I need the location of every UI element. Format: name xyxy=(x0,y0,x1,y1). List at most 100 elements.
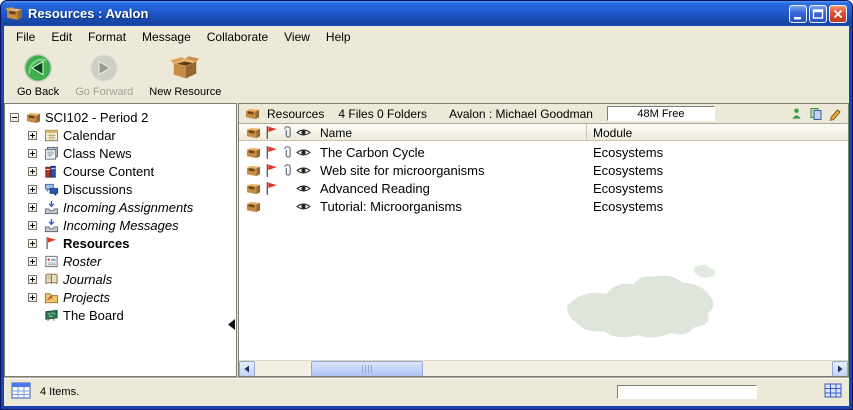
scroll-right-arrow-icon[interactable] xyxy=(832,361,848,377)
status-bar: 4 Items. xyxy=(4,377,849,406)
menu-item-help[interactable]: Help xyxy=(318,28,359,46)
scroll-left-arrow-icon[interactable] xyxy=(239,361,255,377)
expand-icon[interactable] xyxy=(28,185,37,194)
minimize-button[interactable] xyxy=(789,5,807,23)
tree-label[interactable]: The Board xyxy=(63,308,124,323)
tree-item-root[interactable]: SCI102 - Period 2 xyxy=(5,108,236,126)
expand-icon[interactable] xyxy=(28,221,37,230)
tree-item-resources[interactable]: Resources xyxy=(5,234,236,252)
tree-label[interactable]: Journals xyxy=(63,272,112,287)
module-column-header[interactable]: Module xyxy=(586,124,848,141)
journals-icon xyxy=(43,271,59,287)
expand-icon[interactable] xyxy=(28,275,37,284)
resource-name[interactable]: The Carbon Cycle xyxy=(311,145,586,160)
resource-module[interactable]: Ecosystems xyxy=(586,199,848,214)
free-space-indicator: 48M Free xyxy=(607,106,715,121)
collapse-expander-icon[interactable] xyxy=(10,113,19,122)
menu-item-message[interactable]: Message xyxy=(134,28,199,46)
tree-item-projects[interactable]: Projects xyxy=(5,288,236,306)
paperclip-icon xyxy=(279,163,295,178)
table-row[interactable]: The Carbon Cycle Ecosystems xyxy=(239,143,848,161)
pane-collapse-arrow-icon[interactable] xyxy=(227,318,236,331)
resource-name[interactable]: Tutorial: Microorganisms xyxy=(311,199,586,214)
horizontal-scrollbar[interactable] xyxy=(239,360,848,376)
tree-item-discussions[interactable]: Discussions xyxy=(5,180,236,198)
tree-item-the-board[interactable]: The Board xyxy=(5,306,236,324)
tree-item-class-news[interactable]: Class News xyxy=(5,144,236,162)
new-resource-button[interactable]: New Resource xyxy=(144,52,226,99)
status-grid-icon[interactable] xyxy=(824,383,842,402)
title-bar[interactable]: Resources : Avalon xyxy=(1,1,852,26)
box-icon xyxy=(243,199,263,214)
person-icon[interactable] xyxy=(790,107,804,121)
tree-label[interactable]: Incoming Assignments xyxy=(63,200,193,215)
menu-item-collaborate[interactable]: Collaborate xyxy=(199,28,276,46)
course-tree-panel[interactable]: SCI102 - Period 2 Calendar Class News Co… xyxy=(4,103,237,377)
pages-icon[interactable] xyxy=(809,107,823,121)
name-column-header[interactable]: Name xyxy=(311,126,586,140)
tree-label[interactable]: Discussions xyxy=(63,182,132,197)
tree-item-roster[interactable]: Roster xyxy=(5,252,236,270)
tree-label[interactable]: Incoming Messages xyxy=(63,218,179,233)
expand-icon[interactable] xyxy=(28,257,37,266)
resource-name[interactable]: Advanced Reading xyxy=(311,181,586,196)
scrollbar-thumb[interactable] xyxy=(311,361,423,377)
tree-item-journals[interactable]: Journals xyxy=(5,270,236,288)
expand-icon[interactable] xyxy=(28,149,37,158)
pencil-icon[interactable] xyxy=(828,107,842,121)
expand-icon[interactable] xyxy=(28,167,37,176)
flag-icon xyxy=(43,235,59,251)
go-forward-label: Go Forward xyxy=(75,86,133,98)
resource-module[interactable]: Ecosystems xyxy=(586,163,848,178)
tree-item-course-content[interactable]: Course Content xyxy=(5,162,236,180)
eye-column-icon[interactable] xyxy=(295,125,311,140)
menu-item-view[interactable]: View xyxy=(276,28,318,46)
table-row[interactable]: Advanced Reading Ecosystems xyxy=(239,179,848,197)
expand-icon[interactable] xyxy=(28,239,37,248)
resource-module[interactable]: Ecosystems xyxy=(586,145,848,160)
expand-icon[interactable] xyxy=(28,131,37,140)
window-title: Resources : Avalon xyxy=(28,6,789,21)
header-action-icons xyxy=(790,107,842,121)
items-count: 4 Items. xyxy=(40,386,79,398)
status-table-icon[interactable] xyxy=(11,382,31,403)
tree-label[interactable]: Calendar xyxy=(63,128,116,143)
back-arrow-icon xyxy=(23,53,53,83)
tree-label[interactable]: Roster xyxy=(63,254,101,269)
tree-item-incoming-assignments[interactable]: Incoming Assignments xyxy=(5,198,236,216)
flag-icon xyxy=(263,163,279,178)
inbox-icon xyxy=(43,217,59,233)
menu-item-file[interactable]: File xyxy=(8,28,43,46)
go-forward-button[interactable]: Go Forward xyxy=(70,52,138,99)
menu-item-edit[interactable]: Edit xyxy=(43,28,80,46)
box-icon xyxy=(243,145,263,160)
menu-item-format[interactable]: Format xyxy=(80,28,134,46)
discussions-icon xyxy=(43,181,59,197)
tree-root-label[interactable]: SCI102 - Period 2 xyxy=(45,110,148,125)
tree-label[interactable]: Class News xyxy=(63,146,132,161)
table-row[interactable]: Tutorial: Microorganisms Ecosystems xyxy=(239,197,848,215)
table-column-header[interactable]: Name Module xyxy=(239,124,848,141)
tree-item-incoming-messages[interactable]: Incoming Messages xyxy=(5,216,236,234)
tree-item-calendar[interactable]: Calendar xyxy=(5,126,236,144)
tree-label[interactable]: Course Content xyxy=(63,164,154,179)
main-area: SCI102 - Period 2 Calendar Class News Co… xyxy=(4,103,849,377)
table-row[interactable]: Web site for microorganisms Ecosystems xyxy=(239,161,848,179)
resource-module[interactable]: Ecosystems xyxy=(586,181,848,196)
resource-name[interactable]: Web site for microorganisms xyxy=(311,163,586,178)
box-column-icon[interactable] xyxy=(243,125,263,140)
calendar-icon xyxy=(43,127,59,143)
file-list: The Carbon Cycle Ecosystems Web site for… xyxy=(239,141,848,376)
close-button[interactable] xyxy=(829,5,847,23)
expand-icon[interactable] xyxy=(28,203,37,212)
course-content-icon xyxy=(43,163,59,179)
flag-column-icon[interactable] xyxy=(263,125,279,140)
tree-label[interactable]: Resources xyxy=(63,236,129,251)
maximize-button[interactable] xyxy=(809,5,827,23)
paperclip-column-icon[interactable] xyxy=(279,125,295,140)
resources-content-panel[interactable]: Resources 4 Files 0 Folders Avalon : Mic… xyxy=(238,103,849,377)
expand-icon[interactable] xyxy=(28,293,37,302)
tree-label[interactable]: Projects xyxy=(63,290,110,305)
paperclip-icon xyxy=(279,145,295,160)
go-back-button[interactable]: Go Back xyxy=(12,52,64,99)
